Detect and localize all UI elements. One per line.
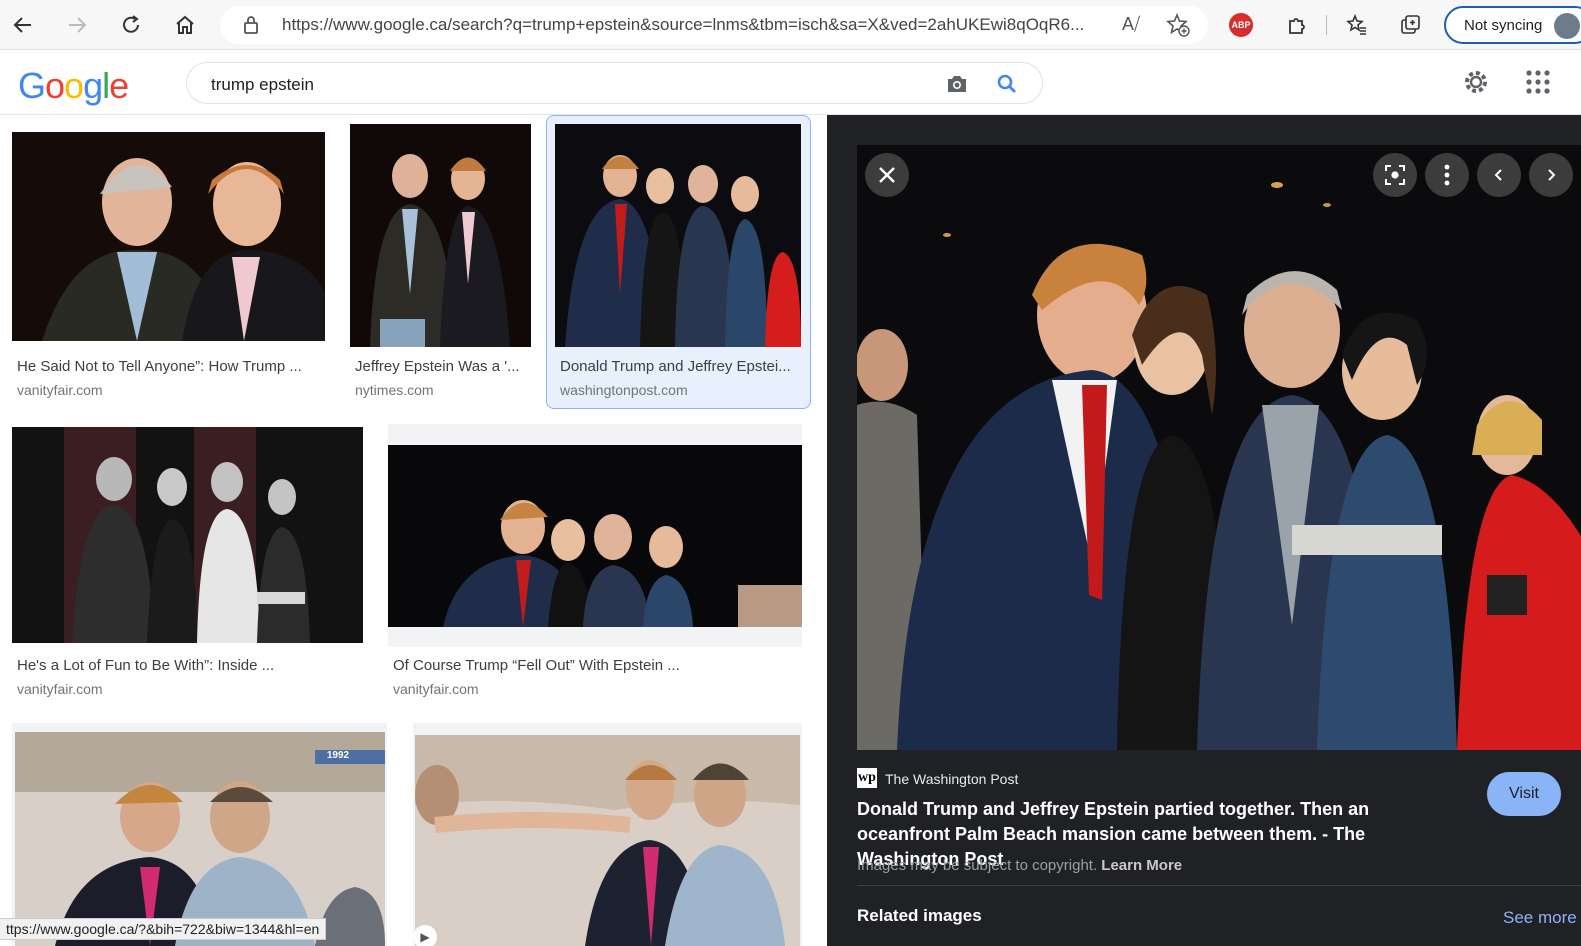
previous-image-icon[interactable] bbox=[1477, 153, 1521, 197]
result-thumbnail[interactable] bbox=[12, 427, 363, 643]
sync-label: Not syncing bbox=[1464, 17, 1543, 34]
search-input[interactable]: trump epstein bbox=[211, 75, 314, 95]
collections-icon[interactable] bbox=[1394, 8, 1428, 42]
search-box[interactable]: trump epstein bbox=[186, 62, 1043, 104]
favorites-icon[interactable] bbox=[1340, 8, 1374, 42]
result-thumbnail[interactable] bbox=[415, 735, 800, 946]
lens-search-icon[interactable] bbox=[1373, 153, 1417, 197]
settings-gear-icon[interactable] bbox=[1462, 68, 1490, 101]
avatar bbox=[1554, 13, 1580, 39]
toolbar-divider bbox=[1326, 15, 1327, 35]
read-aloud-icon[interactable]: A⧸ bbox=[1122, 14, 1140, 35]
result-thumbnail[interactable] bbox=[15, 732, 385, 946]
image-results: He Said Not to Tell Anyone”: How Trump .… bbox=[0, 115, 827, 946]
year-badge: 1992 bbox=[326, 750, 350, 761]
close-icon[interactable] bbox=[865, 153, 909, 197]
learn-more-link[interactable]: Learn More bbox=[1101, 857, 1182, 874]
refresh-icon[interactable] bbox=[114, 8, 148, 42]
related-images-heading: Related images bbox=[857, 906, 982, 925]
visit-button[interactable]: Visit bbox=[1487, 772, 1561, 816]
preview-image[interactable] bbox=[857, 145, 1581, 750]
more-options-icon[interactable] bbox=[1425, 153, 1469, 197]
see-more-link[interactable]: See more bbox=[1503, 908, 1577, 928]
result-thumbnail[interactable] bbox=[350, 124, 531, 347]
source-favicon: wp bbox=[857, 768, 877, 788]
image-viewer-panel: wp The Washington Post Donald Trump and … bbox=[827, 115, 1581, 946]
divider bbox=[857, 885, 1581, 886]
result-site: washingtonpost.com bbox=[560, 382, 688, 398]
copyright-notice: Images may be subject to copyright. Lear… bbox=[857, 857, 1182, 874]
url-text[interactable]: https://www.google.ca/search?q=trump+eps… bbox=[282, 15, 1112, 35]
add-favorite-icon[interactable] bbox=[1166, 12, 1190, 42]
next-image-icon[interactable] bbox=[1529, 153, 1573, 197]
result-title[interactable]: Donald Trump and Jeffrey Epstei... bbox=[560, 358, 800, 375]
play-icon[interactable]: ▶ bbox=[413, 925, 437, 946]
home-icon[interactable] bbox=[168, 8, 202, 42]
google-header: Google trump epstein bbox=[0, 51, 1581, 115]
result-thumbnail[interactable] bbox=[12, 132, 325, 341]
apps-grid-icon[interactable] bbox=[1526, 70, 1550, 99]
result-title[interactable]: Jeffrey Epstein Was a '... bbox=[355, 358, 525, 375]
address-bar[interactable]: https://www.google.ca/search?q=trump+eps… bbox=[220, 6, 1208, 44]
adblock-icon[interactable]: ABP bbox=[1229, 13, 1253, 37]
profile-sync-button[interactable]: Not syncing bbox=[1444, 6, 1581, 44]
forward-icon[interactable] bbox=[60, 8, 94, 42]
result-thumbnail[interactable] bbox=[555, 124, 801, 347]
camera-icon[interactable] bbox=[945, 72, 969, 101]
result-title[interactable]: He's a Lot of Fun to Be With”: Inside ..… bbox=[17, 657, 357, 674]
lock-icon[interactable] bbox=[242, 15, 260, 40]
google-logo[interactable]: Google bbox=[18, 65, 129, 107]
result-thumbnail[interactable] bbox=[388, 445, 802, 627]
result-site: nytimes.com bbox=[355, 382, 434, 398]
back-icon[interactable] bbox=[6, 8, 40, 42]
result-title[interactable]: He Said Not to Tell Anyone”: How Trump .… bbox=[17, 358, 317, 375]
browser-toolbar: https://www.google.ca/search?q=trump+eps… bbox=[0, 0, 1581, 50]
source-name[interactable]: The Washington Post bbox=[885, 771, 1018, 787]
result-site: vanityfair.com bbox=[17, 382, 103, 398]
result-site: vanityfair.com bbox=[393, 681, 479, 697]
status-bar-url: ttps://www.google.ca/?&bih=722&biw=1344&… bbox=[0, 918, 327, 940]
result-site: vanityfair.com bbox=[17, 681, 103, 697]
search-icon[interactable] bbox=[995, 72, 1019, 101]
extensions-icon[interactable] bbox=[1280, 8, 1314, 42]
copyright-text: Images may be subject to copyright. bbox=[857, 857, 1098, 874]
result-title[interactable]: Of Course Trump “Fell Out” With Epstein … bbox=[393, 657, 803, 674]
